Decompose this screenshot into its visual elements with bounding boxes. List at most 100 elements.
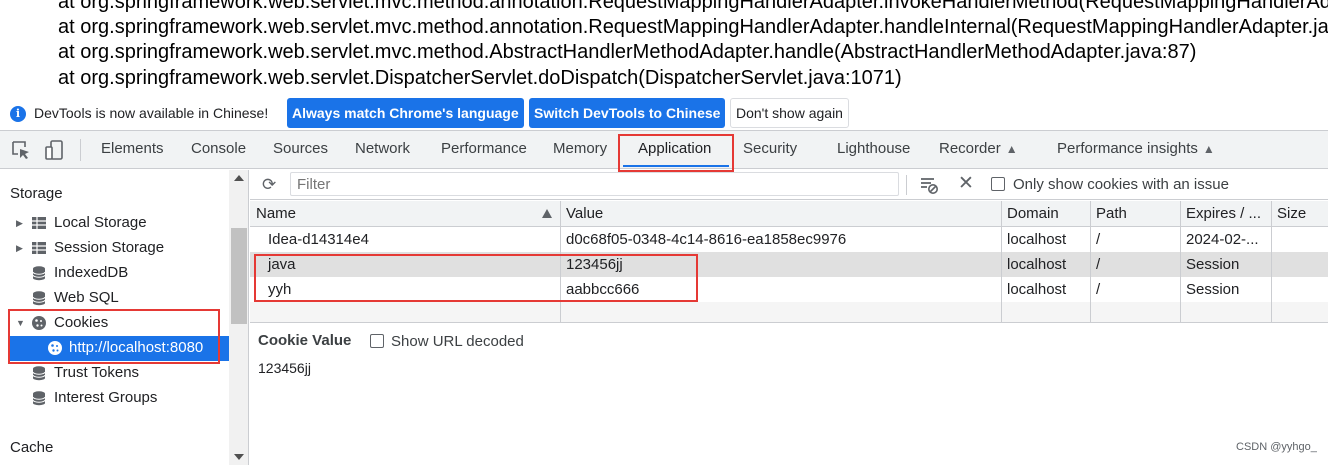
cookies-panel: ⟳ ✕ Only show cookies with an issue Name… [250, 170, 1328, 465]
cell-domain: localhost [1007, 281, 1067, 298]
sidebar-item-label: IndexedDB [54, 264, 129, 281]
dont-show-again-button[interactable]: Don't show again [730, 98, 849, 128]
inspect-element-icon[interactable] [10, 139, 32, 161]
sidebar-item-label: http://localhost:8080 [69, 339, 204, 356]
tab-network[interactable]: Network [355, 140, 410, 157]
scrollbar-thumb[interactable] [231, 228, 247, 324]
trace-line: at org.springframework.web.servlet.mvc.m… [58, 41, 1197, 63]
cell-expires: 2024-02-... [1186, 231, 1259, 248]
cell-name: Idea-d14314e4 [268, 231, 369, 248]
table-row[interactable]: yyh aabbcc666 localhost / Session [250, 277, 1328, 302]
tab-performance-insights-label: Performance insights [1057, 140, 1198, 157]
sidebar-item-web-sql[interactable]: Web SQL [0, 286, 229, 311]
tab-sources[interactable]: Sources [273, 140, 328, 157]
column-divider[interactable] [560, 201, 561, 323]
show-url-decoded-checkbox[interactable] [370, 334, 384, 348]
cell-value: d0c68f05-0348-4c14-8616-ea1858ec9976 [566, 231, 847, 248]
trace-line: at org.springframework.web.servlet.mvc.m… [58, 0, 1328, 13]
cell-path: / [1096, 281, 1101, 298]
sidebar-item-interest-groups[interactable]: Interest Groups [0, 386, 229, 411]
sidebar-item-label: Local Storage [54, 214, 147, 231]
clear-filtered-icon[interactable] [920, 176, 938, 194]
application-sidebar: Storage ▶ Local Storage ▶ Session Storag… [0, 170, 229, 465]
tab-performance[interactable]: Performance [441, 140, 527, 157]
sidebar-scrollbar[interactable] [229, 170, 249, 465]
storage-heading: Storage [10, 185, 63, 202]
expand-arrow-icon[interactable]: ▶ [16, 218, 23, 229]
tab-divider [80, 139, 81, 161]
database-icon [32, 291, 46, 306]
refresh-icon[interactable]: ⟳ [262, 175, 276, 195]
cookie-icon [48, 341, 62, 355]
cookies-table: Name Value Domain Path Expires / ... Siz… [250, 201, 1328, 323]
sidebar-item-local-storage[interactable]: ▶ Local Storage [0, 211, 229, 236]
column-divider[interactable] [1001, 201, 1002, 323]
toolbar-divider [906, 175, 907, 195]
tab-performance-insights[interactable]: Performance insights ▲ [1057, 140, 1215, 157]
collapse-arrow-icon[interactable]: ▼ [16, 318, 25, 328]
column-divider[interactable] [1271, 201, 1272, 323]
always-match-language-button[interactable]: Always match Chrome's language [287, 98, 524, 128]
sidebar-item-label: Cookies [54, 314, 109, 331]
clear-all-icon[interactable]: ✕ [958, 172, 974, 195]
table-row-empty [250, 302, 1328, 322]
experiment-flask-icon: ▲ [1202, 142, 1215, 156]
cell-name: yyh [268, 281, 292, 298]
sidebar-item-trust-tokens[interactable]: Trust Tokens [0, 361, 229, 386]
tab-memory[interactable]: Memory [553, 140, 607, 157]
cell-value: 123456jj [566, 256, 623, 273]
tab-application[interactable]: Application [638, 140, 711, 157]
column-header-size[interactable]: Size [1271, 201, 1328, 227]
column-header-expires[interactable]: Expires / ... [1180, 201, 1271, 227]
cookie-icon [32, 316, 46, 330]
scroll-up-icon[interactable] [234, 175, 244, 181]
filter-input[interactable] [290, 172, 899, 196]
switch-to-chinese-button[interactable]: Switch DevTools to Chinese [529, 98, 726, 128]
database-icon [32, 391, 46, 406]
cell-name: java [268, 256, 296, 273]
device-toolbar-icon[interactable] [44, 139, 66, 161]
cell-expires: Session [1186, 256, 1240, 273]
infobar-message: DevTools is now available in Chinese! [34, 105, 269, 121]
sort-ascending-icon[interactable] [542, 209, 552, 218]
cache-heading: Cache [10, 439, 54, 456]
language-infobar: i DevTools is now available in Chinese! … [0, 97, 1328, 131]
column-divider[interactable] [1180, 201, 1181, 323]
expand-arrow-icon[interactable]: ▶ [16, 243, 23, 254]
cell-path: / [1096, 231, 1101, 248]
info-icon: i [10, 106, 26, 122]
table-header: Name Value Domain Path Expires / ... Siz… [250, 201, 1328, 227]
table-row[interactable]: Idea-d14314e4 d0c68f05-0348-4c14-8616-ea… [250, 227, 1328, 252]
cell-path: / [1096, 256, 1101, 273]
only-issue-checkbox[interactable] [991, 177, 1005, 191]
experiment-flask-icon: ▲ [1005, 142, 1018, 156]
sidebar-item-cookies[interactable]: ▼ Cookies [0, 311, 229, 336]
database-icon [32, 266, 46, 281]
show-url-decoded-label: Show URL decoded [391, 333, 524, 350]
tab-lighthouse[interactable]: Lighthouse [837, 140, 910, 157]
sidebar-item-indexeddb[interactable]: IndexedDB [0, 261, 229, 286]
tab-elements[interactable]: Elements [101, 140, 164, 157]
cell-domain: localhost [1007, 256, 1067, 273]
tab-console[interactable]: Console [191, 140, 246, 157]
sidebar-item-label: Web SQL [54, 289, 119, 306]
watermark: CSDN @yyhgo_ [1236, 441, 1317, 453]
tab-security[interactable]: Security [743, 140, 797, 157]
tab-recorder-label: Recorder [939, 140, 1001, 157]
sidebar-item-session-storage[interactable]: ▶ Session Storage [0, 236, 229, 261]
table-row-selected[interactable]: java 123456jj localhost / Session [250, 252, 1328, 277]
sidebar-item-label: Interest Groups [54, 389, 158, 406]
devtools-tabbar: Elements Console Sources Network Perform… [0, 131, 1328, 169]
tab-recorder[interactable]: Recorder ▲ [939, 140, 1018, 157]
column-divider[interactable] [1090, 201, 1091, 323]
column-header-path[interactable]: Path [1090, 201, 1180, 227]
scroll-down-icon[interactable] [234, 454, 244, 460]
column-header-name[interactable]: Name [250, 201, 560, 227]
trace-line: at org.springframework.web.servlet.mvc.m… [58, 16, 1328, 38]
column-header-value[interactable]: Value [560, 201, 1001, 227]
cell-value: aabbcc666 [566, 281, 640, 298]
sidebar-item-localhost-cookies[interactable]: http://localhost:8080 [10, 336, 229, 361]
column-header-domain[interactable]: Domain [1001, 201, 1090, 227]
database-icon [32, 366, 46, 381]
trace-line: at org.springframework.web.servlet.Dispa… [58, 67, 902, 89]
